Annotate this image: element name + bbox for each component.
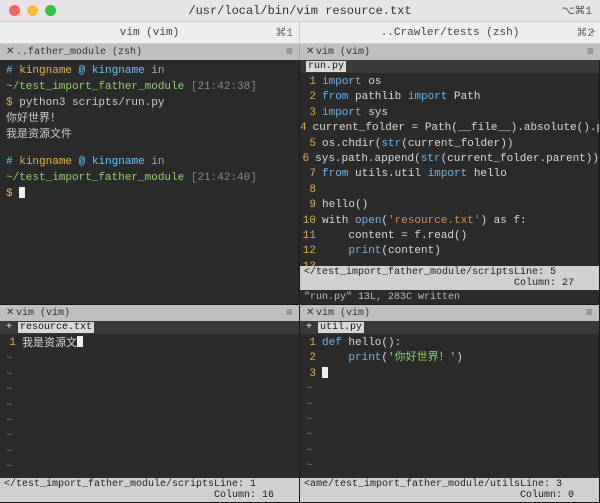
menu-icon[interactable]: ≡: [286, 45, 293, 59]
vim-tilde: ~: [0, 352, 299, 367]
terminal-output: # kingname @ kingname in ~/test_import_f…: [0, 60, 299, 207]
pane-header: ✕ vim (vim) ≡: [0, 305, 299, 321]
window-title: /usr/local/bin/vim resource.txt: [0, 4, 600, 18]
tab-left[interactable]: vim (vim) ⌘1: [0, 22, 300, 43]
pane-status-right-label: vim (vim): [316, 47, 370, 58]
vim-statusline: <ame/test_import_father_module/utils Lin…: [300, 478, 599, 502]
vim-filename-bar: + resource.txt: [0, 321, 299, 334]
close-pane-icon[interactable]: ✕: [6, 307, 16, 319]
tab-right-label: ..Crawler/tests (zsh): [300, 27, 600, 39]
window-shortcut: ⌥⌘1: [562, 4, 592, 18]
vim-tilde: ~: [0, 368, 299, 383]
menu-icon[interactable]: ≡: [587, 45, 594, 59]
pane-header-label: vim (vim): [16, 308, 70, 319]
pane-header: ✕ vim (vim) ≡: [300, 305, 599, 321]
vim-tilde: ~: [0, 414, 299, 429]
output-line: 我是资源文件: [6, 128, 293, 144]
vim-filename-bar: + util.py: [300, 321, 599, 334]
vim-statusline: </test_import_father_module/scripts Line…: [300, 266, 599, 290]
vim-body[interactable]: 1我是资源文 ~ ~ ~ ~ ~ ~ ~ ~: [0, 334, 299, 478]
vim-tilde: ~: [0, 445, 299, 460]
vim-tilde: ~: [300, 413, 599, 428]
vim-tilde: ~: [300, 428, 599, 443]
add-tab-icon[interactable]: +: [584, 22, 600, 43]
pane-vim-runpy[interactable]: run.py 1import os 2from pathlib import P…: [300, 60, 600, 305]
vim-message: "run.py" 13L, 283C written: [300, 291, 599, 304]
close-pane-icon[interactable]: ✕: [6, 46, 16, 58]
pane-header-label: vim (vim): [316, 308, 370, 319]
pane-status-right[interactable]: ✕ vim (vim) ≡: [300, 44, 600, 60]
pane-status-row: ✕ ..father_module (zsh) ≡ ✕ vim (vim) ≡: [0, 44, 600, 60]
vim-body[interactable]: 1def hello(): 2 print('你好世界！') 3 ~ ~ ~ ~…: [300, 334, 599, 492]
cursor-icon: [322, 367, 328, 378]
vim-body[interactable]: 1import os 2from pathlib import Path 3im…: [300, 73, 599, 277]
vim-tilde: ~: [300, 459, 599, 474]
pane-vim-utilpy[interactable]: ✕ vim (vim) ≡ + util.py 1def hello(): 2 …: [300, 305, 600, 503]
pane-terminal[interactable]: # kingname @ kingname in ~/test_import_f…: [0, 60, 300, 305]
cursor-icon: [19, 187, 25, 198]
tab-right[interactable]: ..Crawler/tests (zsh) ⌘2 +: [300, 22, 600, 43]
vim-tilde: ~: [300, 398, 599, 413]
window-titlebar: /usr/local/bin/vim resource.txt ⌥⌘1: [0, 0, 600, 22]
prompt-line: # kingname @ kingname in ~/test_import_f…: [6, 64, 293, 96]
output-line: 你好世界！: [6, 112, 293, 128]
menu-icon[interactable]: ≡: [286, 306, 293, 320]
pane-vim-resource[interactable]: ✕ vim (vim) ≡ + resource.txt 1我是资源文 ~ ~ …: [0, 305, 300, 503]
cursor-icon: [77, 336, 83, 347]
panes-grid: # kingname @ kingname in ~/test_import_f…: [0, 60, 600, 503]
vim-tilde: ~: [0, 383, 299, 398]
close-pane-icon[interactable]: ✕: [306, 307, 316, 319]
command-line: $ python3 scripts/run.py: [6, 96, 293, 112]
vim-statusline: </test_import_father_module/scripts Line…: [0, 478, 299, 502]
prompt-line: # kingname @ kingname in ~/test_import_f…: [6, 155, 293, 187]
command-line[interactable]: $: [6, 187, 293, 203]
tab-left-shortcut: ⌘1: [275, 26, 293, 40]
tab-row: vim (vim) ⌘1 ..Crawler/tests (zsh) ⌘2 +: [0, 22, 600, 44]
menu-icon[interactable]: ≡: [586, 306, 593, 320]
tab-left-label: vim (vim): [0, 27, 299, 39]
vim-tilde: ~: [300, 382, 599, 397]
pane-status-left-label: ..father_module (zsh): [16, 47, 142, 58]
vim-tilde: ~: [0, 429, 299, 444]
vim-tilde: ~: [0, 460, 299, 475]
vim-tilde: ~: [0, 399, 299, 414]
vim-tilde: ~: [300, 444, 599, 459]
vim-filename-bar: run.py: [300, 60, 599, 73]
pane-status-left[interactable]: ✕ ..father_module (zsh) ≡: [0, 44, 300, 60]
close-pane-icon[interactable]: ✕: [306, 46, 316, 58]
